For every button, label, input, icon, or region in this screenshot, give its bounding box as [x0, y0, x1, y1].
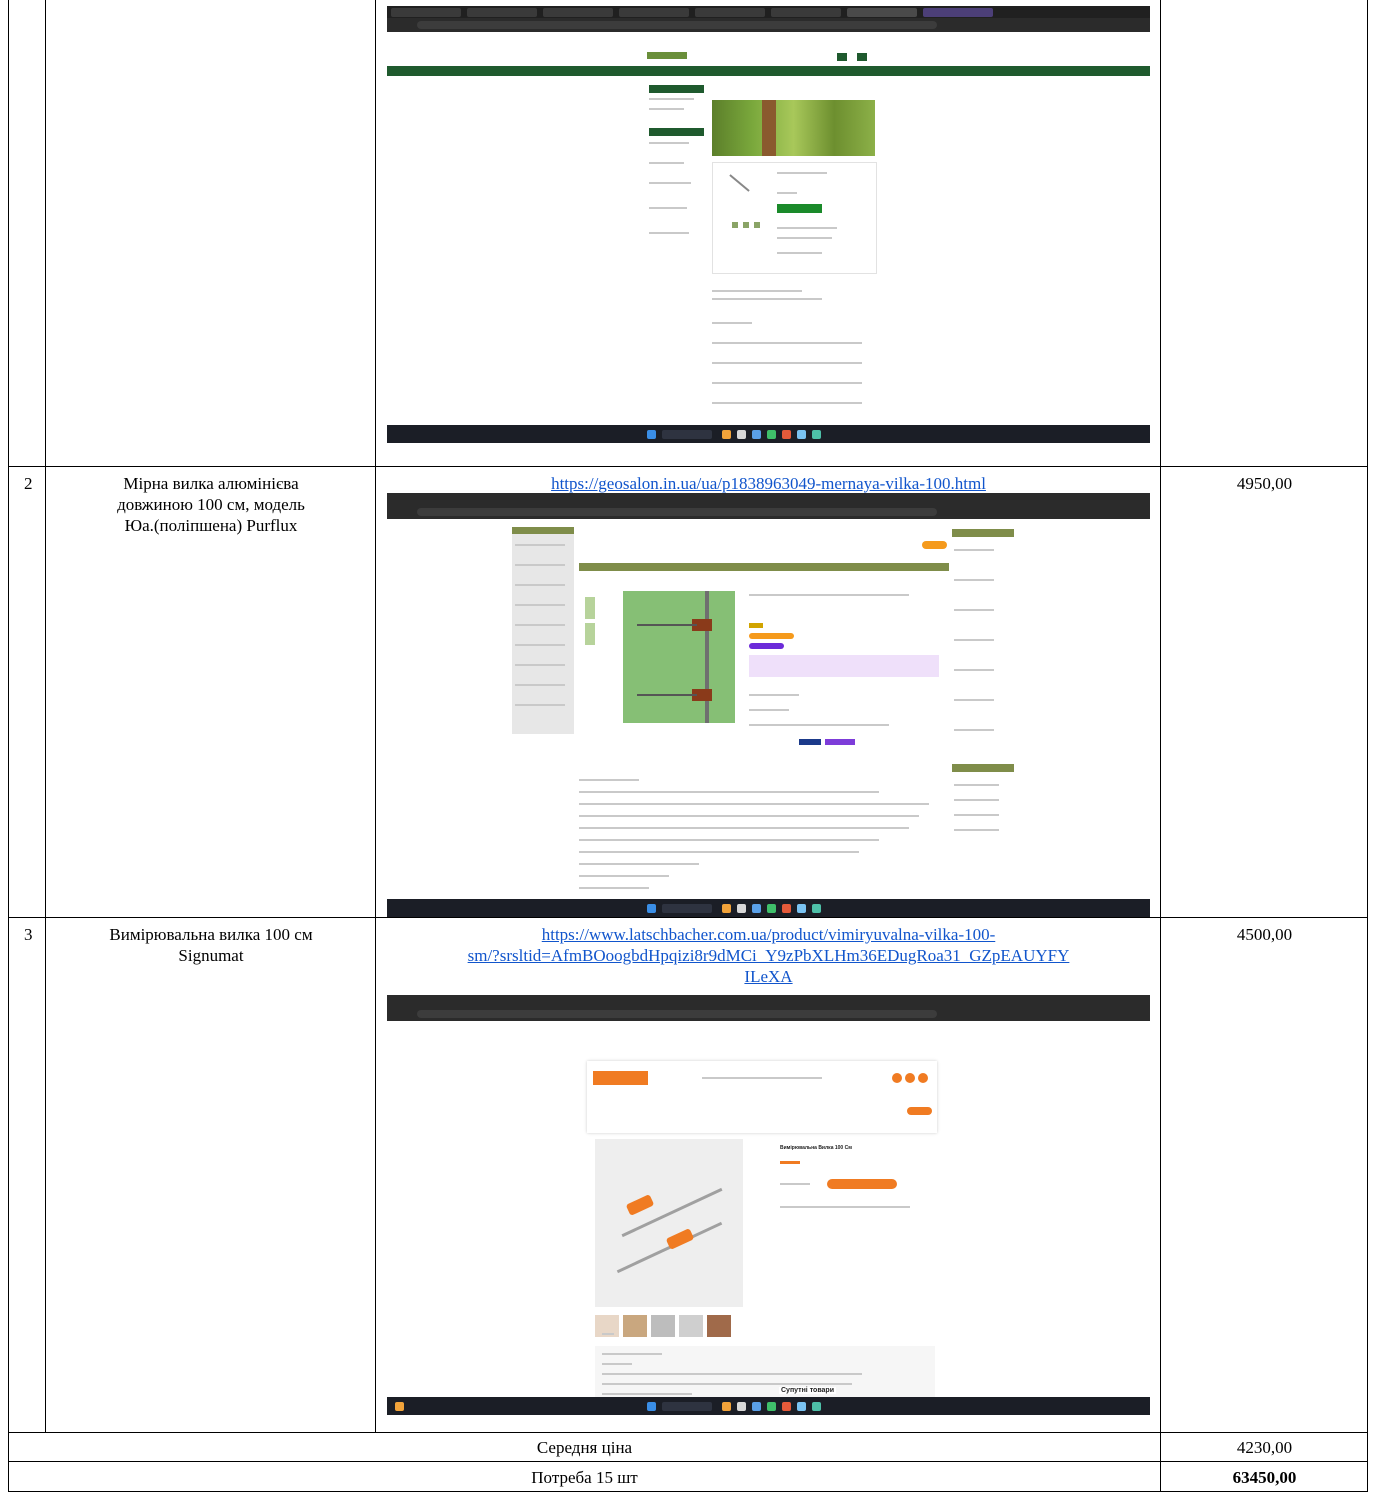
row1-col4	[1160, 0, 1368, 467]
address-bar-3[interactable]	[417, 1010, 937, 1018]
browser-tabs	[387, 6, 1150, 18]
need-label: Потреба 15 шт	[531, 1468, 638, 1487]
row2-link-wrap: https://geosalon.in.ua/ua/p1838963049-me…	[376, 473, 1161, 494]
taskbar	[387, 425, 1150, 443]
row2-name-line3: Юа.(поліпшена) Purflux	[124, 516, 298, 535]
product-heading-3: Вимірювальна Вилка 100 См	[780, 1145, 852, 1151]
row3-col4	[1160, 917, 1368, 1433]
screenshot-3: Вимірювальна Вилка 100 См Супутні товари	[387, 995, 1150, 1415]
row2-name-line1: Мірна вилка алюмінієва	[123, 474, 299, 493]
row1-col1	[8, 0, 46, 467]
row3-url-line3[interactable]: ILeXA	[744, 967, 792, 986]
row3-url-line2[interactable]: sm/?srsltid=AfmBOoogbdHpqizi8r9dMCi_Y9zP…	[468, 946, 1070, 965]
row3-number: 3	[24, 925, 33, 944]
row1-col2	[45, 0, 376, 467]
screenshot-2	[387, 493, 1150, 917]
browser-chrome-3	[387, 995, 1150, 1021]
screenshot-1	[387, 6, 1150, 443]
buy-button-2[interactable]	[749, 633, 794, 639]
related-products-heading: Супутні товари	[779, 1387, 836, 1394]
address-bar-2[interactable]	[417, 508, 937, 516]
browser-chrome	[387, 18, 1150, 32]
row2-price: 4950,00	[1236, 474, 1293, 493]
row2-col1	[8, 466, 46, 918]
row2-col4	[1160, 466, 1368, 918]
row3-name: Вимірювальна вилка 100 см Signumat	[46, 924, 376, 966]
taskbar-3	[387, 1397, 1150, 1415]
row3-name-line1: Вимірювальна вилка 100 см	[109, 925, 313, 944]
taskbar-2	[387, 899, 1150, 917]
row3-col2	[45, 917, 376, 1433]
add-to-cart-button[interactable]	[827, 1179, 897, 1189]
address-bar[interactable]	[417, 21, 937, 29]
row3-link-wrap: https://www.latschbacher.com.ua/product/…	[376, 924, 1161, 987]
row2-url-link[interactable]: https://geosalon.in.ua/ua/p1838963049-me…	[551, 474, 986, 493]
row3-url-line1[interactable]: https://www.latschbacher.com.ua/product/…	[542, 925, 996, 944]
row3-price: 4500,00	[1236, 925, 1293, 944]
buy-button[interactable]	[777, 204, 822, 213]
page-content-2	[387, 519, 1150, 899]
browser-chrome-2	[387, 493, 1150, 519]
row2-name: Мірна вилка алюмінієва довжиною 100 см, …	[46, 473, 376, 536]
product-image-2	[623, 591, 735, 723]
page-content-3: Вимірювальна Вилка 100 См	[387, 1021, 1150, 1415]
row3-name-line2: Signumat	[178, 946, 244, 965]
row2-name-line2: довжиною 100 см, модель	[117, 495, 305, 514]
page-content	[387, 32, 1150, 425]
latschbacher-logo	[593, 1071, 648, 1085]
forest-image	[712, 100, 875, 156]
average-value: 4230,00	[1236, 1438, 1293, 1457]
row3-col1	[8, 917, 46, 1433]
average-label: Середня ціна	[536, 1438, 633, 1457]
need-value: 63450,00	[1232, 1468, 1297, 1487]
row2-number: 2	[24, 474, 33, 493]
